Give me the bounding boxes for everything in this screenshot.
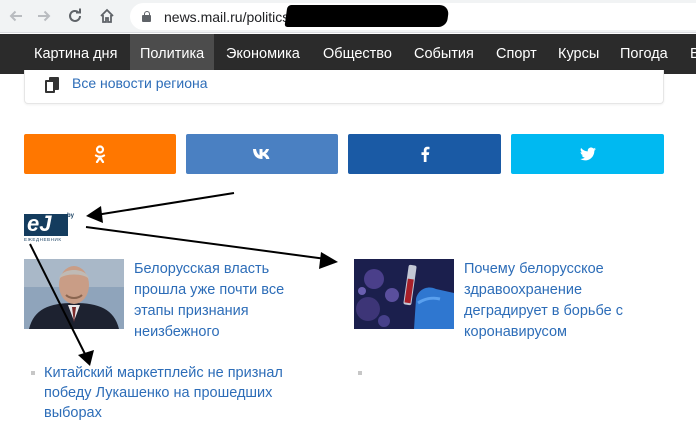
redaction-mark	[284, 5, 450, 27]
news-2-line-4: коронавирусом	[464, 324, 568, 340]
logo-box: eJ	[24, 211, 68, 236]
home-icon	[100, 8, 114, 23]
twitter-icon	[579, 147, 596, 161]
arrow-left-icon	[9, 10, 22, 22]
logo-subtitle: ЕЖЕДНЕВНИК	[24, 237, 62, 242]
arrow-right-icon	[38, 10, 51, 22]
region-news-card: Все новости региона	[24, 70, 664, 104]
news-1-line-4: неизбежного	[134, 324, 220, 340]
nav-item-more[interactable]: В	[680, 34, 696, 74]
list-bullet-1	[31, 371, 35, 375]
arrow-to-logo-line	[95, 192, 235, 216]
url-text: news.mail.ru/politics/	[164, 9, 294, 25]
list-1-line-1: Китайский маркетплейс не признал	[44, 365, 283, 381]
ok-icon	[94, 145, 106, 163]
address-bar[interactable]: news.mail.ru/politics/	[130, 3, 696, 30]
nav-item-picture-of-day[interactable]: Картина дня	[24, 34, 127, 74]
news-link-2[interactable]: Почему белорусское здравоохранение дегра…	[464, 259, 664, 343]
vk-icon	[253, 149, 270, 159]
virus-lab-photo	[354, 259, 454, 329]
nav-item-economy[interactable]: Экономика	[216, 34, 310, 74]
news-2-line-2: здравоохранение	[464, 282, 583, 298]
home-button[interactable]	[95, 4, 119, 28]
news-link-1[interactable]: Белорусская власть прошла уже почти все …	[134, 259, 344, 343]
news-2-line-3: деградирует в борьбе с	[464, 303, 623, 319]
logo-mark: eJ	[27, 211, 52, 236]
list-bullet-2	[358, 371, 362, 375]
nav-item-weather[interactable]: Погода	[610, 34, 678, 74]
logo-suffix: by	[67, 213, 75, 219]
share-twitter-button[interactable]	[511, 134, 664, 174]
news-1-line-1: Белорусская власть	[134, 261, 270, 277]
nav-item-sport[interactable]: Спорт	[486, 34, 547, 74]
list-item-link-1[interactable]: Китайский маркетплейс не признал победу …	[44, 363, 324, 423]
list-1-line-3: выборах	[44, 405, 102, 421]
share-ok-button[interactable]	[24, 134, 176, 174]
arrow-to-news2-line	[85, 226, 327, 260]
back-button[interactable]	[4, 4, 28, 28]
arrow-head-logo	[86, 206, 103, 223]
facebook-icon	[421, 146, 429, 162]
share-facebook-button[interactable]	[348, 134, 501, 174]
browser-toolbar: news.mail.ru/politics/	[0, 0, 696, 33]
news-2-line-1: Почему белорусское	[464, 261, 604, 277]
nav-item-rates[interactable]: Курсы	[548, 34, 609, 74]
portrait-photo	[24, 259, 124, 329]
region-news-link[interactable]: Все новости региона	[72, 75, 208, 91]
site-nav: Картина дня Политика Экономика Общество …	[0, 34, 696, 74]
lock-icon	[142, 11, 151, 22]
forward-button[interactable]	[32, 4, 56, 28]
reload-icon	[69, 8, 81, 22]
document-copy-icon	[45, 77, 59, 93]
source-logo[interactable]: eJ by ЕЖЕДНЕВНИК	[24, 211, 75, 244]
news-thumbnail-1[interactable]	[24, 259, 124, 329]
share-vk-button[interactable]	[186, 134, 338, 174]
news-1-line-3: этапы признания	[134, 303, 249, 319]
nav-item-events[interactable]: События	[404, 34, 484, 74]
news-1-line-2: прошла уже почти все	[134, 282, 285, 298]
nav-item-society[interactable]: Общество	[313, 34, 402, 74]
reload-button[interactable]	[63, 4, 87, 28]
list-1-line-2: победу Лукашенко на прошедших	[44, 385, 273, 401]
nav-item-politics[interactable]: Политика	[130, 34, 215, 74]
news-thumbnail-2[interactable]	[354, 259, 454, 329]
